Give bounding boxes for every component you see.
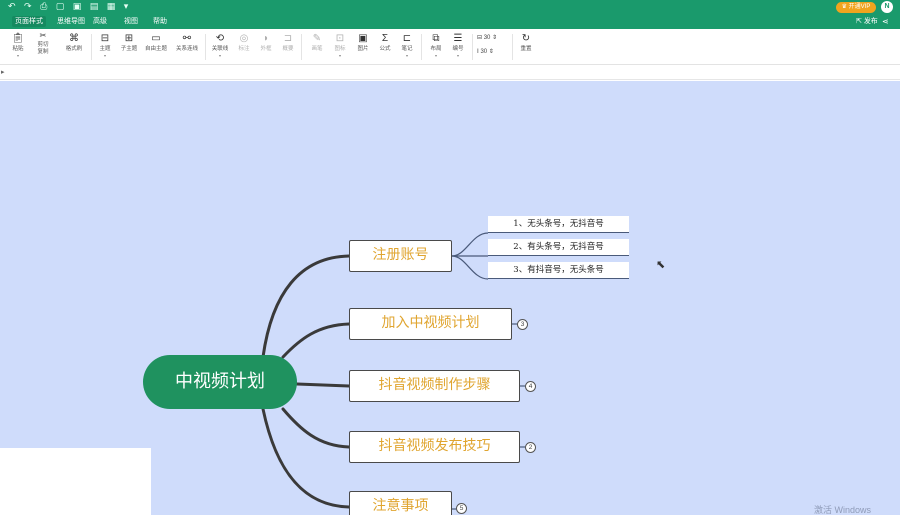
edge-root-branch-2 [281, 322, 351, 359]
tab-help[interactable]: 帮助 [150, 16, 170, 27]
avatar[interactable]: N [881, 1, 893, 13]
branch-publish-tips[interactable]: 抖音视频发布技巧 [349, 431, 520, 463]
height-stepper[interactable]: ⊟ 30 ⇕ [477, 34, 497, 43]
toolbar-divider [421, 34, 422, 60]
windows-activation-watermark: 激活 Windows [814, 505, 872, 515]
edge-root-branch-1 [261, 254, 351, 359]
width-value: 30 [480, 49, 488, 55]
topic-icon: ⊟ [100, 33, 110, 44]
reset-button[interactable]: ↻ 重置 [513, 32, 539, 53]
number-button[interactable]: ☰ 编号 ▾ [445, 32, 471, 58]
subtopic-button[interactable]: ⊞ 子主题 [116, 32, 142, 53]
link-icon: ⟲ [215, 33, 225, 44]
publish-label: 发布 [863, 18, 878, 25]
menu-bar: 页面样式 思维导图 高级 视图 帮助 ⇱ 发布 ⋖ [0, 14, 900, 29]
tab-view[interactable]: 视图 [121, 16, 141, 27]
edge-root-branch-5 [261, 407, 351, 509]
cut-button[interactable]: ✂ 剪切 [30, 31, 56, 49]
collapse-count-badge[interactable]: 5 [456, 503, 467, 514]
topic-button[interactable]: ⊟ 主题 ▾ [92, 32, 118, 58]
quick-access-toolbar[interactable]: ↶ ↷ ⎙ ▢ ▣ ▤ ▦ ▾ [8, 1, 131, 12]
brush-icon: ⌘ [69, 33, 79, 44]
refresh-icon: ↻ [521, 33, 531, 44]
vip-button[interactable]: ♛ 开通VIP [836, 2, 876, 13]
leaf-topic[interactable]: 2、有头条号，无抖音号 [488, 239, 629, 256]
toolbar-divider [472, 34, 473, 60]
toolbar-divider [301, 34, 302, 60]
height-value: 30 [483, 35, 491, 41]
ribbon-toolbar: 📋︎ 粘贴 ▾ ✂ 剪切 复制 ⌘ 格式刷 ⊟ 主题 ▾ ⊞ 子主题 ▭ 自由主题 ⚯ 关系连线 … [0, 29, 900, 65]
toolbar-divider [205, 34, 206, 60]
publish-button[interactable]: ⇱ 发布 [856, 16, 878, 27]
share-icon[interactable]: ⋖ [882, 16, 889, 27]
expand-arrow-icon[interactable]: ▸ [1, 68, 5, 76]
note-button[interactable]: ⊏ 笔记 ▾ [394, 32, 420, 58]
collapse-count-badge[interactable]: 2 [525, 442, 536, 453]
edge-root-branch-4 [281, 407, 351, 449]
outline-button[interactable]: ⊐ 概要 [275, 32, 301, 53]
edge-branch-leaf-3 [451, 255, 489, 280]
collapse-count-badge[interactable]: 3 [517, 319, 528, 330]
tab-mindmap[interactable]: 思维导图 [54, 16, 88, 27]
relation-icon: ⚯ [182, 33, 192, 44]
root-topic[interactable]: 中视频计划 [143, 355, 297, 409]
scissors-icon: ✂ [39, 31, 47, 40]
rectangle-icon: ▭ [151, 33, 161, 44]
title-bar: ↶ ↷ ⎙ ▢ ▣ ▤ ▦ ▾ ♛ 开通VIP N [0, 0, 900, 14]
tab-page-style[interactable]: 页面样式 [12, 16, 46, 27]
branch-production-steps[interactable]: 抖音视频制作步骤 [349, 370, 520, 402]
format-painter-button[interactable]: ⌘ 格式刷 [61, 32, 87, 53]
width-stepper[interactable]: Ⅰ 30 ⇕ [477, 48, 494, 57]
branch-notes[interactable]: 注意事项 [349, 491, 452, 515]
mouse-cursor-icon: ⬉ [656, 259, 666, 271]
copy-button[interactable]: 复制 [30, 48, 56, 56]
ruler-strip: ▸ [0, 66, 900, 80]
floating-topic-button[interactable]: ▭ 自由主题 [143, 32, 169, 53]
edge-branch-leaf-1 [451, 232, 489, 257]
summary-button[interactable]: ⟲ 关联线 ▾ [207, 32, 233, 58]
branch-register-account[interactable]: 注册账号 [349, 240, 452, 272]
outline-icon: ⊐ [283, 33, 293, 44]
note-icon: ⊏ [402, 33, 412, 44]
paste-button[interactable]: 📋︎ 粘贴 ▾ [5, 32, 31, 58]
edge-root-branch-3 [295, 382, 351, 388]
leaf-topic[interactable]: 1、无头条号，无抖音号 [488, 216, 629, 233]
tab-advanced[interactable]: 高级 [90, 16, 110, 27]
leaf-topic[interactable]: 3、有抖音号，无头条号 [488, 262, 629, 279]
overlay-panel [0, 448, 151, 515]
clipboard-icon: 📋︎ [11, 33, 25, 44]
list-number-icon: ☰ [453, 33, 463, 44]
subtopic-icon: ⊞ [124, 33, 134, 44]
collapse-count-badge[interactable]: 4 [525, 381, 536, 392]
relation-button[interactable]: ⚯ 关系连线 [174, 32, 200, 53]
branch-join-plan[interactable]: 加入中视频计划 [349, 308, 512, 340]
